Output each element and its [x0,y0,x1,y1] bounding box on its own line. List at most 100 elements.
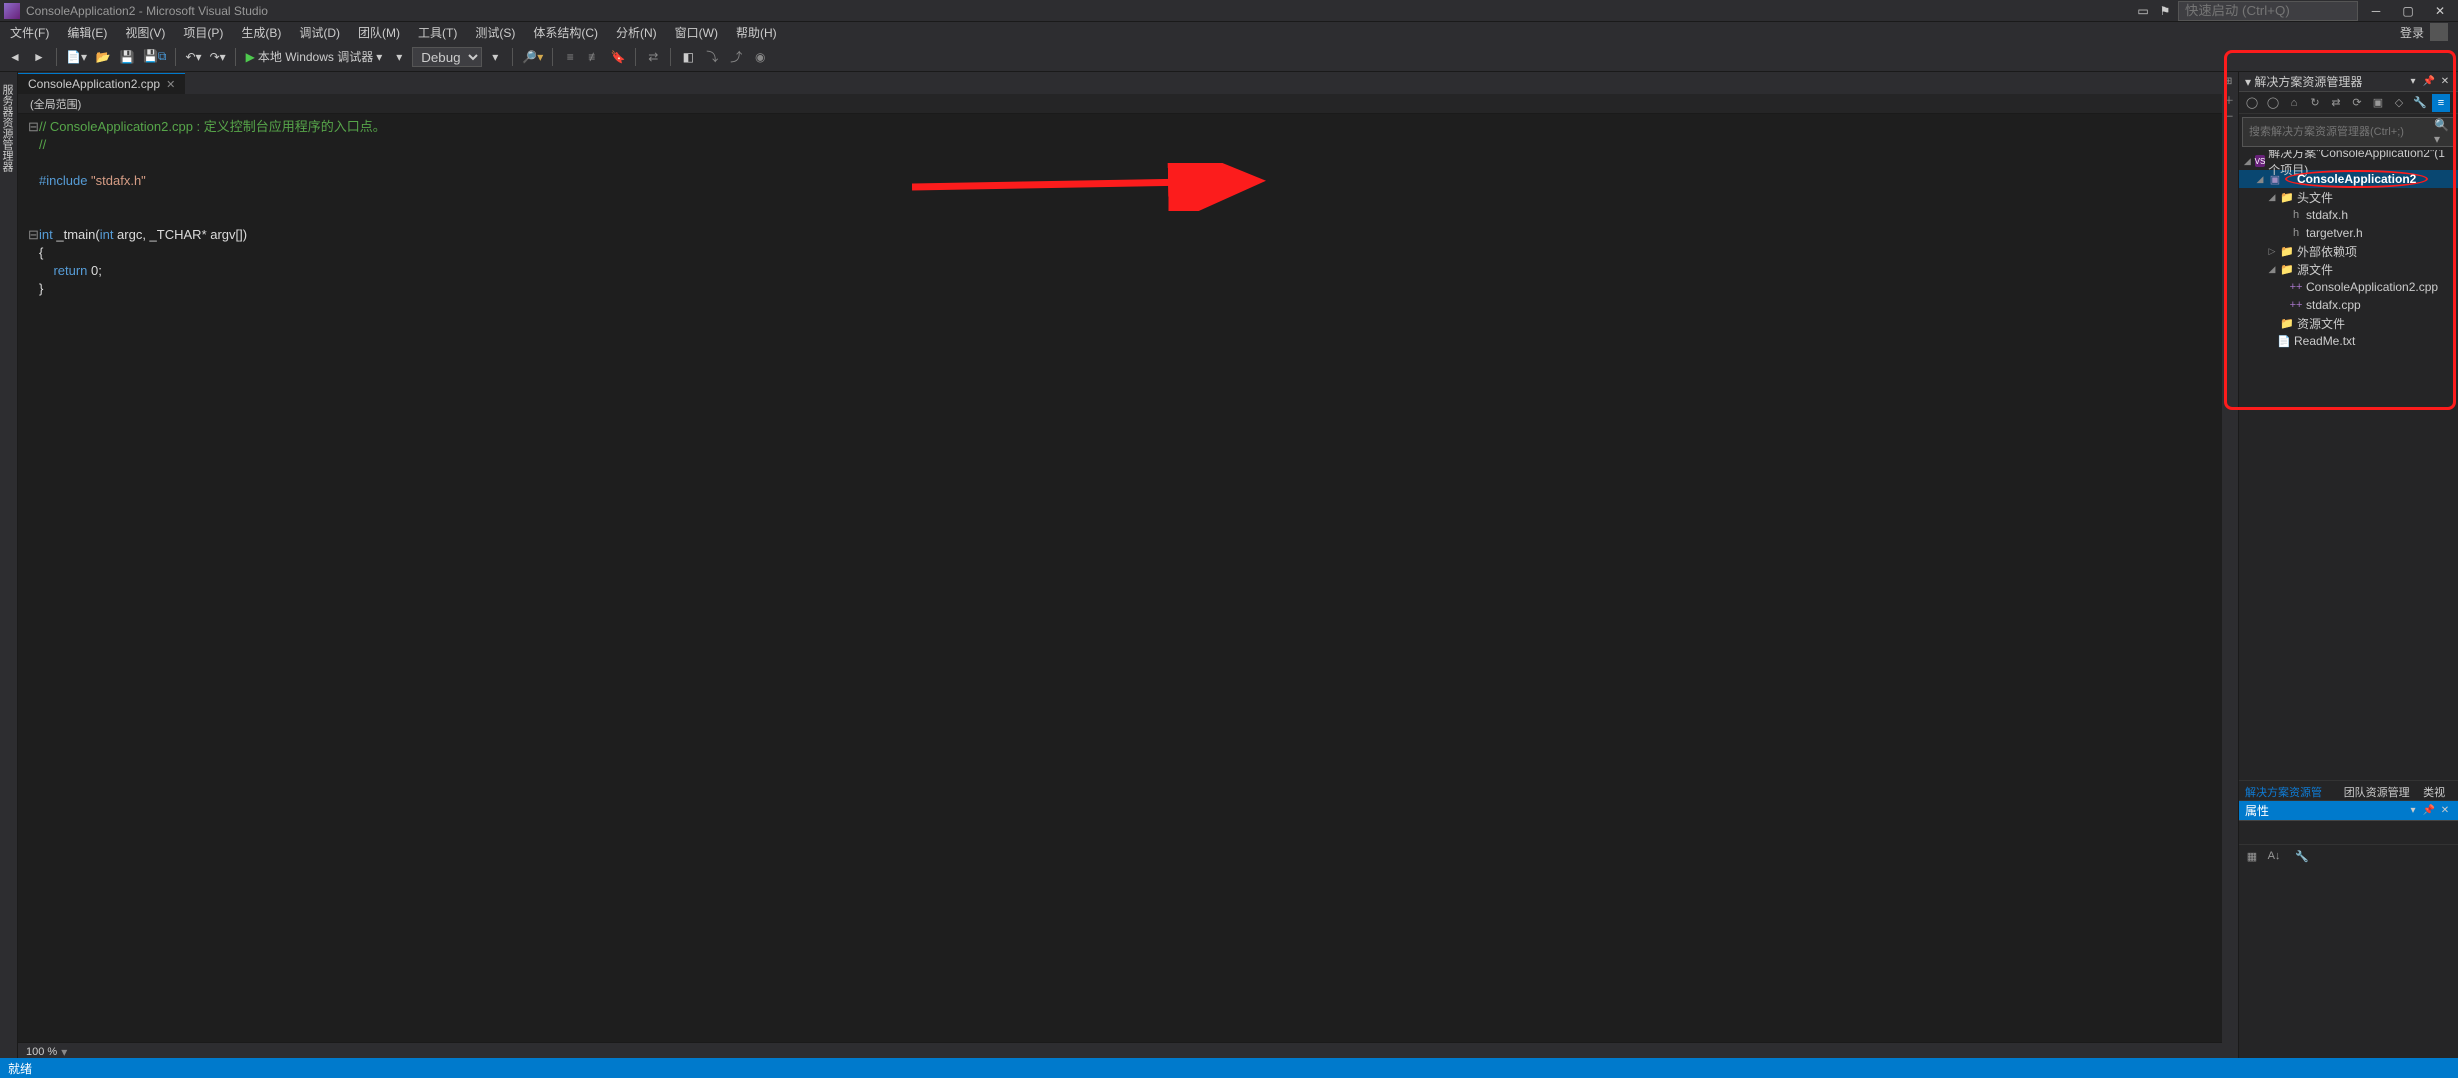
expand-icon[interactable]: ▷ [2267,246,2277,257]
property-pages-icon[interactable]: 🔧 [2293,847,2311,865]
resources-folder-node[interactable]: 📁 资源文件 [2239,314,2458,332]
menu-test[interactable]: 测试(S) [467,22,523,43]
menu-file[interactable]: 文件(F) [2,22,57,43]
menu-debug[interactable]: 调试(D) [291,22,348,43]
categorized-icon[interactable]: ▦ [2243,847,2261,865]
alphabetical-icon[interactable]: A↓ [2265,847,2283,865]
sources-folder-node[interactable]: ◢ 📁 源文件 [2239,260,2458,278]
close-icon[interactable]: ✕ [166,78,175,91]
nav-back-button[interactable]: ◄ [4,46,26,68]
refresh-icon[interactable]: ⟳ [2348,94,2366,112]
start-debugging-button[interactable]: ▶ 本地 Windows 调试器 ▾ [242,46,387,67]
undo-button[interactable]: ↶▾ [182,46,204,68]
filter-icon[interactable]: ≡ [2432,94,2450,112]
forward-icon[interactable]: ◯ [2264,94,2282,112]
plus-button[interactable]: ＋ [2224,92,2236,104]
save-all-button[interactable]: 💾⧉ [140,46,170,68]
nav-forward-button[interactable]: ► [28,46,50,68]
scope-combo[interactable]: (全局范围) [26,94,85,114]
toggle-header-button[interactable]: ⇄ [642,46,664,68]
collapse-icon[interactable]: ⇄ [2327,94,2345,112]
external-deps-node[interactable]: ▷ 📁 外部依赖项 [2239,242,2458,260]
search-icon[interactable]: 🔍▾ [2434,118,2454,146]
user-avatar-icon[interactable] [2430,23,2448,41]
properties-object-combo[interactable] [2239,821,2458,845]
properties-icon[interactable]: 🔧 [2411,94,2429,112]
redo-button[interactable]: ↷▾ [207,46,229,68]
open-file-button[interactable]: 📂 [92,46,114,68]
preview-icon[interactable]: ◇ [2390,94,2408,112]
tab-class-view[interactable]: 类视图 [2417,781,2458,800]
config-combo[interactable]: Debug [412,47,482,67]
server-explorer-tab[interactable]: 服务器资源管理器 [0,76,17,1060]
properties-toolbar: ▦ A↓ 🔧 [2239,845,2458,867]
tab-team-explorer[interactable]: 团队资源管理器 [2338,781,2417,800]
feedback-flag-icon[interactable]: ⚑ [2156,2,2174,20]
new-project-button[interactable]: 📄▾ [63,46,90,68]
header-file-node[interactable]: h stdafx.h [2239,206,2458,224]
expand-icon[interactable]: ◢ [2255,174,2265,185]
panel-close-button[interactable]: ✕ [2438,75,2452,89]
config-dropdown-extra[interactable]: ▾ [484,46,506,68]
folder-label: 头文件 [2297,189,2333,206]
split-button[interactable]: ⊞ [2224,76,2236,88]
cpp-file-node[interactable]: ++ ConsoleApplication2.cpp [2239,278,2458,296]
save-button[interactable]: 💾 [116,46,138,68]
menu-tools[interactable]: 工具(T) [410,22,465,43]
home-icon[interactable]: ⌂ [2285,94,2303,112]
menu-edit[interactable]: 编辑(E) [59,22,115,43]
panel-dropdown-button[interactable]: ▾ [2406,75,2420,89]
menu-window[interactable]: 窗口(W) [667,22,726,43]
menu-build[interactable]: 生成(B) [233,22,289,43]
toolbar-separator [670,48,671,66]
debug-dropdown-button[interactable]: ▾ [388,46,410,68]
expand-icon[interactable]: ◢ [2267,264,2277,275]
menu-help[interactable]: 帮助(H) [728,22,785,43]
minus-button[interactable]: － [2224,108,2236,120]
panel-pin-button[interactable]: 📌 [2422,804,2436,818]
visual-studio-icon [4,3,20,19]
bookmark-button[interactable]: 🔖 [607,46,629,68]
panel-pin-button[interactable]: 📌 [2422,75,2436,89]
breakpoint-button[interactable]: ◉ [749,46,771,68]
restore-button[interactable]: ▢ [2394,1,2422,21]
menu-project[interactable]: 项目(P) [175,22,231,43]
code-editor[interactable]: ⊟// ConsoleApplication2.cpp : 定义控制台应用程序的… [18,114,2222,1042]
tab-solution-explorer[interactable]: 解决方案资源管理器 [2239,781,2338,800]
toolbar-separator [635,48,636,66]
panel-dropdown-button[interactable]: ▾ [2406,804,2420,818]
header-file-node[interactable]: h targetver.h [2239,224,2458,242]
step-over-button[interactable]: ⤵ [701,46,723,68]
readme-file-node[interactable]: 📄 ReadMe.txt [2239,332,2458,350]
menu-view[interactable]: 视图(V) [117,22,173,43]
document-tab[interactable]: ConsoleApplication2.cpp ✕ [18,73,185,94]
show-all-icon[interactable]: ▣ [2369,94,2387,112]
panel-close-button[interactable]: ✕ [2438,804,2452,818]
close-button[interactable]: ✕ [2426,1,2454,21]
menu-architecture[interactable]: 体系结构(C) [525,22,606,43]
notification-icon[interactable]: ▭ [2134,2,2152,20]
zoom-dropdown-button[interactable]: ▾ [61,1045,67,1059]
step-out-button[interactable]: ⤴ [725,46,747,68]
step-into-button[interactable]: ◧ [677,46,699,68]
solution-root-node[interactable]: ◢ VS 解决方案"ConsoleApplication2"(1 个项目) [2239,152,2458,170]
solution-explorer-header: ▾ 解决方案资源管理器 ▾ 📌 ✕ [2239,72,2458,92]
menu-analyze[interactable]: 分析(N) [608,22,665,43]
sync-icon[interactable]: ↻ [2306,94,2324,112]
quick-launch-input[interactable] [2178,1,2358,21]
solution-search-input[interactable] [2243,118,2434,146]
uncomment-button[interactable]: ≢ [583,46,605,68]
find-in-files-button[interactable]: 🔎▾ [519,46,546,68]
cpp-file-node[interactable]: ++ stdafx.cpp [2239,296,2458,314]
back-icon[interactable]: ◯ [2243,94,2261,112]
login-link[interactable]: 登录 [2400,24,2424,41]
headers-folder-node[interactable]: ◢ 📁 头文件 [2239,188,2458,206]
menu-team[interactable]: 团队(M) [350,22,408,43]
project-label: ConsoleApplication2 [2297,172,2416,186]
expand-icon[interactable]: ◢ [2267,192,2277,203]
properties-grid[interactable] [2239,867,2458,1060]
minimize-button[interactable]: ─ [2362,1,2390,21]
expand-icon[interactable]: ◢ [2243,156,2252,167]
code-text: 0; [87,263,101,278]
comment-button[interactable]: ≡ [559,46,581,68]
